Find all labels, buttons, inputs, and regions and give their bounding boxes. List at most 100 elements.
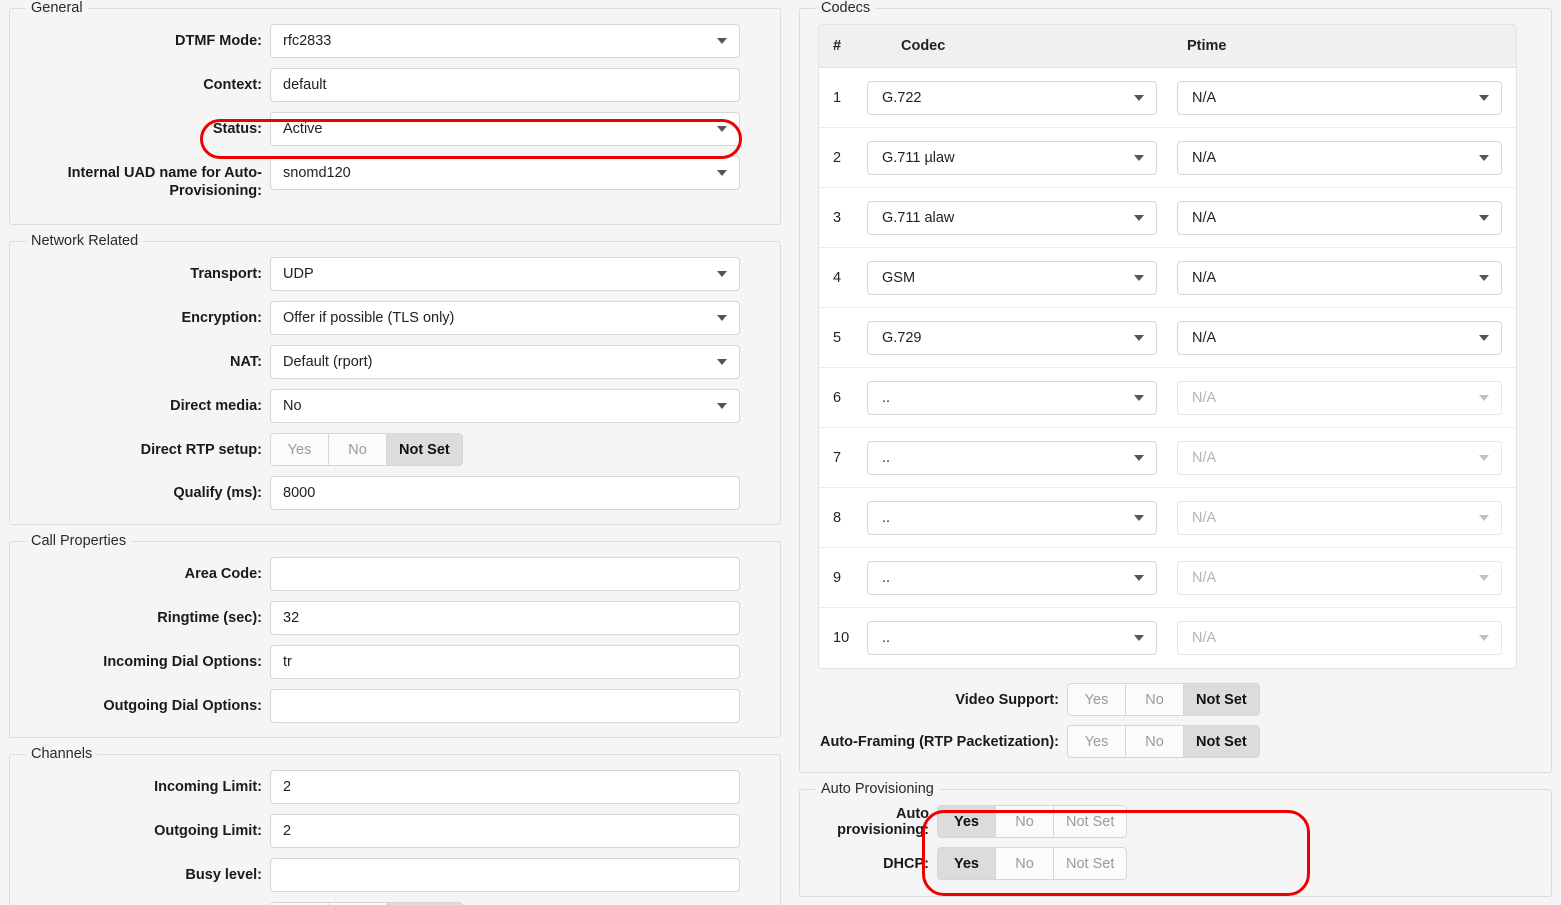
ptime-select[interactable]: N/A	[1177, 140, 1502, 175]
chevron-down-icon	[1479, 635, 1489, 641]
auto-provisioning-option-yes[interactable]: Yes	[937, 805, 995, 838]
dhcp-toggle-group[interactable]: Yes No Not Set	[937, 847, 1128, 880]
table-row: 9 .. N/A	[819, 548, 1516, 608]
field-row-incoming-dial-options: Incoming Dial Options: tr	[22, 645, 768, 679]
outgoing-dial-options-input[interactable]	[270, 689, 740, 723]
ptime-select[interactable]: N/A	[1177, 80, 1502, 115]
codec-select[interactable]: ..	[867, 500, 1157, 535]
area-code-input[interactable]	[270, 557, 740, 591]
direct-media-label: Direct media:	[170, 398, 262, 414]
dtmf-mode-value: rfc2833	[283, 33, 332, 49]
video-support-option-no[interactable]: No	[1125, 683, 1183, 716]
codec-row-index: 10	[833, 630, 850, 646]
busy-level-input[interactable]	[270, 858, 740, 892]
encryption-select[interactable]: Offer if possible (TLS only)	[270, 301, 740, 335]
field-row-encryption: Encryption: Offer if possible (TLS only)	[22, 301, 768, 335]
field-row-busy-level: Busy level:	[22, 858, 768, 892]
chevron-down-icon	[717, 359, 727, 365]
direct-rtp-setup-option-not-set[interactable]: Not Set	[386, 433, 463, 466]
internal-uad-name-value: snomd120	[283, 165, 351, 181]
ptime-value: N/A	[1192, 630, 1217, 646]
channels-section: Channels Incoming Limit: 2 Outgoing Limi…	[9, 746, 781, 905]
video-support-option-yes[interactable]: Yes	[1067, 683, 1125, 716]
dhcp-option-not-set[interactable]: Not Set	[1053, 847, 1128, 880]
qualify-label: Qualify (ms):	[173, 485, 262, 501]
auto-provisioning-option-no[interactable]: No	[995, 805, 1053, 838]
outgoing-limit-input[interactable]: 2	[270, 814, 740, 848]
incoming-dial-options-input[interactable]: tr	[270, 645, 740, 679]
status-label: Status:	[212, 121, 262, 137]
field-row-dtmf-mode: DTMF Mode: rfc2833	[22, 24, 768, 58]
table-row: 10 .. N/A	[819, 608, 1516, 668]
chevron-down-icon	[717, 126, 727, 132]
table-row: 3 G.711 alaw N/A	[819, 188, 1516, 248]
outgoing-dial-options-label: Outgoing Dial Options:	[103, 698, 262, 714]
codec-row-index: 1	[833, 89, 842, 106]
video-support-toggle-group[interactable]: Yes No Not Set	[1067, 683, 1260, 716]
field-row-internal-uad-name: Internal UAD name for Auto-Provisioning:…	[22, 156, 768, 200]
transport-select[interactable]: UDP	[270, 257, 740, 291]
dhcp-option-yes[interactable]: Yes	[937, 847, 995, 880]
table-row: 5 G.729 N/A	[819, 308, 1516, 368]
codec-select[interactable]: GSM	[867, 260, 1157, 295]
auto-framing-label: Auto-Framing (RTP Packetization):	[820, 733, 1059, 750]
auto-provisioning-option-not-set[interactable]: Not Set	[1053, 805, 1128, 838]
ptime-select: N/A	[1177, 621, 1502, 655]
context-input[interactable]: default	[270, 68, 740, 102]
auto-provisioning-section: Auto Provisioning Auto provisioning: Yes…	[799, 781, 1552, 897]
auto-provisioning-toggle-group[interactable]: Yes No Not Set	[937, 805, 1128, 838]
auto-framing-option-yes[interactable]: Yes	[1067, 725, 1125, 758]
ptime-value: N/A	[1192, 509, 1217, 526]
incoming-dial-options-value: tr	[283, 654, 292, 670]
area-code-label: Area Code:	[184, 566, 262, 582]
transport-label: Transport:	[190, 266, 262, 282]
dhcp-option-no[interactable]: No	[995, 847, 1053, 880]
ringtime-input[interactable]: 32	[270, 601, 740, 635]
dtmf-mode-select[interactable]: rfc2833	[270, 24, 740, 58]
internal-uad-name-select[interactable]: snomd120	[270, 156, 740, 190]
direct-rtp-setup-option-yes[interactable]: Yes	[270, 433, 328, 466]
codec-value: GSM	[882, 269, 916, 286]
chevron-down-icon	[1479, 274, 1489, 281]
auto-framing-option-not-set[interactable]: Not Set	[1183, 725, 1260, 758]
codec-value: ..	[882, 509, 891, 526]
direct-rtp-setup-toggle-group[interactable]: Yes No Not Set	[270, 433, 463, 466]
direct-media-select[interactable]: No	[270, 389, 740, 423]
network-related-legend: Network Related	[31, 233, 139, 249]
qualify-input[interactable]: 8000	[270, 476, 740, 510]
ptime-select: N/A	[1177, 560, 1502, 595]
codec-value: ..	[882, 389, 891, 406]
ptime-value: N/A	[1192, 149, 1217, 166]
codec-select[interactable]: ..	[867, 380, 1157, 415]
context-label: Context:	[203, 77, 262, 93]
auto-framing-toggle-group[interactable]: Yes No Not Set	[1067, 725, 1260, 758]
auto-provisioning-legend: Auto Provisioning	[821, 781, 934, 797]
ptime-select[interactable]: N/A	[1177, 200, 1502, 235]
video-support-option-not-set[interactable]: Not Set	[1183, 683, 1260, 716]
chevron-down-icon	[1134, 574, 1144, 581]
codec-select[interactable]: ..	[867, 621, 1157, 655]
codec-row-index: 6	[833, 389, 842, 406]
direct-rtp-setup-option-no[interactable]: No	[328, 433, 386, 466]
codec-row-index: 8	[833, 509, 842, 526]
ptime-select[interactable]: N/A	[1177, 320, 1502, 355]
auto-framing-option-no[interactable]: No	[1125, 725, 1183, 758]
codec-row-index: 7	[833, 449, 842, 466]
codec-value: G.711 alaw	[882, 209, 955, 226]
ptime-select[interactable]: N/A	[1177, 260, 1502, 295]
busy-level-label: Busy level:	[185, 867, 262, 883]
codec-select[interactable]: G.722	[867, 80, 1157, 115]
nat-select[interactable]: Default (rport)	[270, 345, 740, 379]
codec-select[interactable]: G.711 µlaw	[867, 140, 1157, 175]
table-row: 8 .. N/A	[819, 488, 1516, 548]
codec-select[interactable]: ..	[867, 560, 1157, 595]
codec-select[interactable]: ..	[867, 440, 1157, 475]
chevron-down-icon	[717, 170, 727, 176]
codec-select[interactable]: G.729	[867, 320, 1157, 355]
codec-select[interactable]: G.711 alaw	[867, 200, 1157, 235]
status-select[interactable]: Active	[270, 112, 740, 146]
chevron-down-icon	[1134, 154, 1144, 161]
codec-value: ..	[882, 449, 891, 466]
codec-value: ..	[882, 630, 891, 646]
incoming-limit-input[interactable]: 2	[270, 770, 740, 804]
